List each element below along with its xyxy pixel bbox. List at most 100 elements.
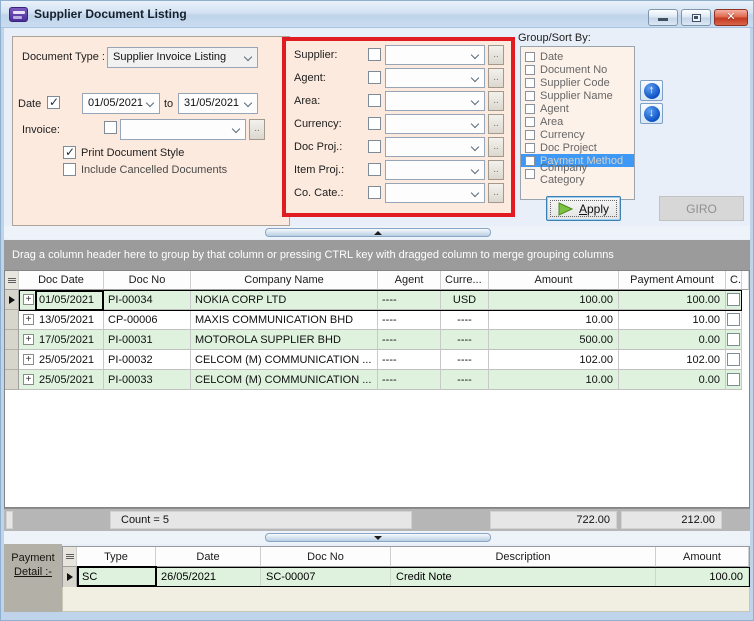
cell-agent[interactable]: ---- <box>378 330 441 350</box>
expand-icon[interactable]: + <box>23 334 34 345</box>
column-header-company-name[interactable]: Company Name <box>191 271 378 290</box>
column-header-agent[interactable]: Agent <box>378 271 441 290</box>
doc-proj-browse-button[interactable]: .. <box>488 137 504 157</box>
group-sort-item-agent[interactable]: Agent <box>521 102 634 115</box>
checkbox[interactable] <box>525 156 535 166</box>
column-header-doc-no[interactable]: Doc No <box>104 271 191 290</box>
row-select-checkbox[interactable] <box>727 293 740 306</box>
row-select-checkbox[interactable] <box>727 313 740 326</box>
close-button[interactable]: ✕ <box>714 9 748 26</box>
area-browse-button[interactable]: .. <box>488 91 504 111</box>
co-cate-browse-button[interactable]: .. <box>488 183 504 203</box>
group-sort-item-supplier-name[interactable]: Supplier Name <box>521 89 634 102</box>
cell-date[interactable]: 26/05/2021 <box>156 567 261 587</box>
group-sort-item-document-no[interactable]: Document No <box>521 63 634 76</box>
expand-icon[interactable]: + <box>23 294 34 305</box>
checkbox[interactable] <box>525 130 535 140</box>
cell-agent[interactable]: ---- <box>378 370 441 390</box>
row-indicator[interactable] <box>5 310 19 330</box>
row-select-checkbox[interactable] <box>727 373 740 386</box>
cell-currency[interactable]: ---- <box>441 350 489 370</box>
area-checkbox[interactable] <box>368 94 381 107</box>
invoice-browse-button[interactable]: .. <box>249 119 265 140</box>
column-header-doc-no[interactable]: Doc No <box>261 547 391 567</box>
agent-select[interactable] <box>385 68 485 88</box>
row-select-checkbox[interactable] <box>727 353 740 366</box>
cell-currency[interactable]: ---- <box>441 310 489 330</box>
column-header-currency[interactable]: Curre... <box>441 271 489 290</box>
column-header-amount[interactable]: Amount <box>489 271 619 290</box>
expand-icon[interactable]: + <box>23 354 34 365</box>
cell-company[interactable]: CELCOM (M) COMMUNICATION ... <box>191 370 378 390</box>
expand-icon[interactable]: + <box>23 314 34 325</box>
restore-button[interactable] <box>681 9 711 26</box>
cell-doc-no[interactable]: PI-00034 <box>104 290 191 310</box>
checkbox[interactable] <box>525 143 535 153</box>
cell-type[interactable]: SC <box>77 567 156 587</box>
checkbox[interactable] <box>525 117 535 127</box>
cell-payment-amount[interactable]: 100.00 <box>619 290 726 310</box>
column-header-description[interactable]: Description <box>391 547 656 567</box>
row-indicator[interactable] <box>5 290 19 310</box>
currency-select[interactable] <box>385 114 485 134</box>
item-proj-checkbox[interactable] <box>368 163 381 176</box>
co-cate-select[interactable] <box>385 183 485 203</box>
table-row[interactable]: +25/05/2021 PI-00032 CELCOM (M) COMMUNIC… <box>5 350 749 370</box>
cell-payment-amount[interactable]: 0.00 <box>619 330 726 350</box>
cell-company[interactable]: MAXIS COMMUNICATION BHD <box>191 310 378 330</box>
co-cate-checkbox[interactable] <box>368 186 381 199</box>
date-checkbox[interactable] <box>47 96 60 109</box>
cell-payment-amount[interactable]: 102.00 <box>619 350 726 370</box>
cell-amount[interactable]: 100.00 <box>489 290 619 310</box>
cell-amount[interactable]: 500.00 <box>489 330 619 350</box>
group-sort-item-currency[interactable]: Currency <box>521 128 634 141</box>
checkbox[interactable] <box>525 169 535 179</box>
expand-icon[interactable]: + <box>23 374 34 385</box>
cell-company[interactable]: CELCOM (M) COMMUNICATION ... <box>191 350 378 370</box>
print-document-style-checkbox[interactable] <box>63 146 76 159</box>
column-header-payment-amount[interactable]: Payment Amount <box>619 271 726 290</box>
cell-agent[interactable]: ---- <box>378 290 441 310</box>
cell-doc-date[interactable]: +17/05/2021 <box>19 330 104 350</box>
item-proj-browse-button[interactable]: .. <box>488 160 504 180</box>
cell-doc-date[interactable]: +25/05/2021 <box>19 370 104 390</box>
cell-doc-date[interactable]: +01/05/2021 <box>19 290 104 310</box>
cell-doc-no[interactable]: PI-00033 <box>104 370 191 390</box>
apply-button[interactable]: Apply <box>546 196 621 221</box>
row-indicator[interactable] <box>63 567 77 587</box>
supplier-select[interactable] <box>385 45 485 65</box>
group-sort-item-supplier-code[interactable]: Supplier Code <box>521 76 634 89</box>
item-proj-select[interactable] <box>385 160 485 180</box>
row-indicator[interactable] <box>5 330 19 350</box>
table-row[interactable]: +17/05/2021 PI-00031 MOTOROLA SUPPLIER B… <box>5 330 749 350</box>
column-header-date[interactable]: Date <box>156 547 261 567</box>
cell-agent[interactable]: ---- <box>378 310 441 330</box>
checkbox[interactable] <box>525 65 535 75</box>
move-down-button[interactable]: ↓ <box>640 103 663 124</box>
group-by-drop-zone[interactable]: Drag a column header here to group by th… <box>4 240 750 270</box>
cell-currency[interactable]: ---- <box>441 330 489 350</box>
checkbox[interactable] <box>525 52 535 62</box>
cell-agent[interactable]: ---- <box>378 350 441 370</box>
row-indicator[interactable] <box>5 370 19 390</box>
supplier-browse-button[interactable]: .. <box>488 45 504 65</box>
invoice-checkbox[interactable] <box>104 121 117 134</box>
cell-payment-amount[interactable]: 0.00 <box>619 370 726 390</box>
supplier-checkbox[interactable] <box>368 48 381 61</box>
cell-amount[interactable]: 10.00 <box>489 370 619 390</box>
cell-amount[interactable]: 102.00 <box>489 350 619 370</box>
cell-doc-no[interactable]: SC-00007 <box>261 567 391 587</box>
checkbox[interactable] <box>525 78 535 88</box>
group-sort-item-company-category[interactable]: Company Category <box>521 167 634 180</box>
cell-doc-no[interactable]: PI-00031 <box>104 330 191 350</box>
cell-currency[interactable]: USD <box>441 290 489 310</box>
currency-checkbox[interactable] <box>368 117 381 130</box>
group-sort-item-date[interactable]: Date <box>521 50 634 63</box>
splitter-handle-top[interactable] <box>265 228 491 237</box>
column-header-type[interactable]: Type <box>77 547 156 567</box>
cell-currency[interactable]: ---- <box>441 370 489 390</box>
group-sort-item-area[interactable]: Area <box>521 115 634 128</box>
group-sort-item-doc-project[interactable]: Doc Project <box>521 141 634 154</box>
currency-browse-button[interactable]: .. <box>488 114 504 134</box>
agent-checkbox[interactable] <box>368 71 381 84</box>
